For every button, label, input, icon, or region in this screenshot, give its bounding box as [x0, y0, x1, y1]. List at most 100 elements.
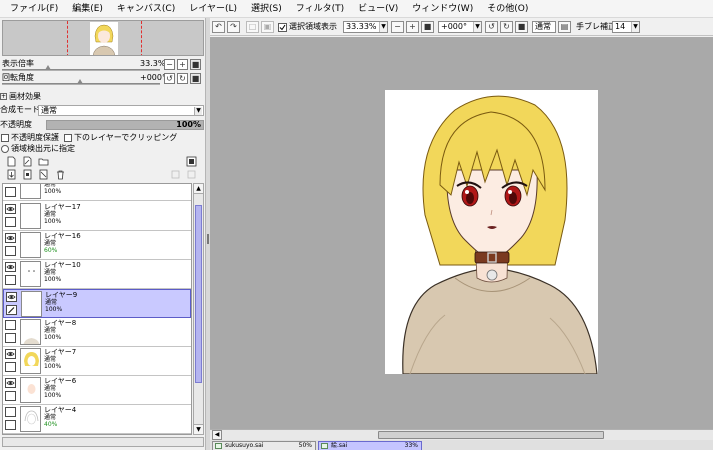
layer-row[interactable]: レイヤー7 通常 100% — [3, 347, 191, 376]
navigator-preview[interactable] — [2, 20, 204, 56]
view-mode-select[interactable]: 通常 — [532, 21, 556, 33]
eye-icon[interactable] — [5, 262, 16, 272]
canvas-hscrollbar[interactable]: ◀ — [210, 429, 713, 440]
layer-lock-toggle[interactable] — [5, 420, 16, 430]
clip-below-checkbox[interactable] — [64, 134, 72, 142]
layer-thumbnail — [20, 377, 41, 403]
layer-row[interactable]: レイヤー10 通常 100% — [3, 260, 191, 289]
rotation-select[interactable]: +000° ▼ — [438, 21, 482, 33]
rotate-slider-knob[interactable] — [77, 79, 83, 84]
layer-row[interactable]: レイヤー4 通常 40% — [3, 405, 191, 434]
menu-other[interactable]: その他(O) — [481, 0, 534, 18]
canvas-hscroll-thumb[interactable] — [378, 431, 604, 439]
zoom-in-icon[interactable]: + — [406, 21, 419, 33]
opacity-slider[interactable]: 100% — [46, 120, 204, 130]
zoom-out-button[interactable]: − — [164, 59, 175, 70]
chevron-down-icon: ▼ — [631, 22, 639, 32]
eye-icon[interactable] — [5, 233, 16, 243]
redo-icon[interactable]: ↷ — [227, 21, 240, 33]
layer-thumbnail — [20, 184, 41, 199]
layer-lock-toggle[interactable] — [5, 217, 16, 227]
layer-lock-toggle[interactable] — [5, 362, 16, 372]
layer-row-selected[interactable]: レイヤー9 通常 100% — [3, 289, 191, 318]
menu-canvas[interactable]: キャンバス(C) — [111, 0, 181, 18]
zoom-in-button[interactable]: + — [177, 59, 188, 70]
layer-lock-toggle[interactable] — [5, 275, 16, 285]
menu-edit[interactable]: 編集(E) — [66, 0, 109, 18]
trash-icon[interactable] — [55, 169, 66, 180]
eye-icon[interactable] — [5, 349, 16, 359]
zoom-value: 33.3% — [140, 59, 166, 68]
layer-panel-menu-icon[interactable] — [186, 156, 197, 167]
canvas-artwork[interactable] — [385, 90, 598, 374]
brush-icon[interactable] — [6, 305, 17, 315]
layer-thumbnail — [20, 348, 41, 374]
zoom-reset-icon[interactable]: ■ — [421, 21, 434, 33]
stabilizer-select[interactable]: 14 ▼ — [612, 21, 640, 33]
new-folder-icon[interactable] — [38, 156, 49, 167]
transfer-down-icon[interactable] — [6, 169, 17, 180]
rotate-reset-icon[interactable]: ■ — [515, 21, 528, 33]
zoom-slider-knob[interactable] — [45, 65, 51, 70]
clear-layer-icon[interactable] — [38, 169, 49, 180]
menu-window[interactable]: ウィンドウ(W) — [406, 0, 479, 18]
blend-mode-select[interactable]: 通常 ▼ — [38, 105, 204, 116]
material-effect-header[interactable]: + 画材効果 — [0, 91, 41, 102]
menu-view[interactable]: ビュー(V) — [352, 0, 404, 18]
canvas-area[interactable] — [210, 37, 713, 429]
new-linework-layer-icon[interactable] — [22, 156, 33, 167]
zoom-slider[interactable] — [2, 69, 160, 71]
zoom-select[interactable]: 33.33% ▼ — [343, 21, 388, 33]
zoom-reset-button[interactable]: ■ — [190, 59, 201, 70]
layer-lock-toggle[interactable] — [5, 246, 16, 256]
document-tab[interactable]: sukusuyo.sai 50% — [212, 441, 316, 450]
visibility-toggle[interactable] — [5, 187, 16, 197]
layer-scroll-thumb[interactable] — [195, 205, 202, 383]
selection-source-radio[interactable] — [1, 145, 9, 153]
menu-select[interactable]: 選択(S) — [245, 0, 288, 18]
canvas-toolbar: ↶ ↷ □ ▣ 選択領域表示 33.33% ▼ − + ■ +000° ▼ ↺ … — [210, 18, 713, 36]
layer-lock-toggle[interactable] — [5, 391, 16, 401]
scroll-down-icon[interactable]: ▼ — [194, 424, 203, 434]
protect-opacity-checkbox[interactable] — [1, 134, 9, 142]
layer-row[interactable]: 通常 100% — [3, 184, 191, 201]
deselect-icon[interactable]: □ — [246, 21, 259, 33]
layer-row[interactable]: レイヤー6 通常 100% — [3, 376, 191, 405]
new-layer-icon[interactable] — [6, 156, 17, 167]
visibility-toggle[interactable] — [5, 320, 16, 330]
invert-selection-icon[interactable]: ▣ — [261, 21, 274, 33]
chevron-down-icon: ▼ — [473, 22, 481, 32]
flip-view-icon[interactable]: ▤ — [558, 21, 571, 33]
rotate-left-button[interactable]: ↺ — [164, 73, 175, 84]
zoom-out-icon[interactable]: − — [391, 21, 404, 33]
layer-row[interactable]: レイヤー17 通常 100% — [3, 202, 191, 231]
document-icon — [321, 443, 328, 449]
layer-thumbnail — [20, 406, 41, 432]
navigator-view-edge — [67, 21, 68, 55]
rotate-reset-button[interactable]: ■ — [190, 73, 201, 84]
rotate-right-icon[interactable]: ↻ — [500, 21, 513, 33]
eye-icon[interactable] — [5, 204, 16, 214]
rotate-left-icon[interactable]: ↺ — [485, 21, 498, 33]
scroll-up-icon[interactable]: ▲ — [194, 184, 203, 194]
layer-thumbnail — [20, 261, 41, 287]
scroll-left-icon[interactable]: ◀ — [212, 430, 222, 440]
menu-file[interactable]: ファイル(F) — [4, 0, 64, 18]
document-tab-active[interactable]: 絵.sai 33% — [318, 441, 422, 450]
eye-icon[interactable] — [6, 292, 17, 302]
menu-filter[interactable]: フィルタ(T) — [290, 0, 350, 18]
menu-layer[interactable]: レイヤー(L) — [183, 0, 243, 18]
rotate-right-button[interactable]: ↻ — [177, 73, 188, 84]
merge-down-icon[interactable] — [22, 169, 33, 180]
layer-row[interactable]: レイヤー8 通常 100% — [3, 318, 191, 347]
layer-thumbnail — [20, 319, 41, 345]
visibility-toggle[interactable] — [5, 407, 16, 417]
layer-list-hscrollbar[interactable] — [2, 437, 204, 447]
selection-display-label: 選択領域表示 — [289, 22, 337, 31]
layer-row[interactable]: レイヤー16 通常 60% — [3, 231, 191, 260]
eye-icon[interactable] — [5, 378, 16, 388]
layer-lock-toggle[interactable] — [5, 333, 16, 343]
selection-display-checkbox[interactable] — [278, 23, 287, 32]
undo-icon[interactable]: ↶ — [212, 21, 225, 33]
layer-list-scrollbar[interactable]: ▲ ▼ — [193, 183, 204, 435]
